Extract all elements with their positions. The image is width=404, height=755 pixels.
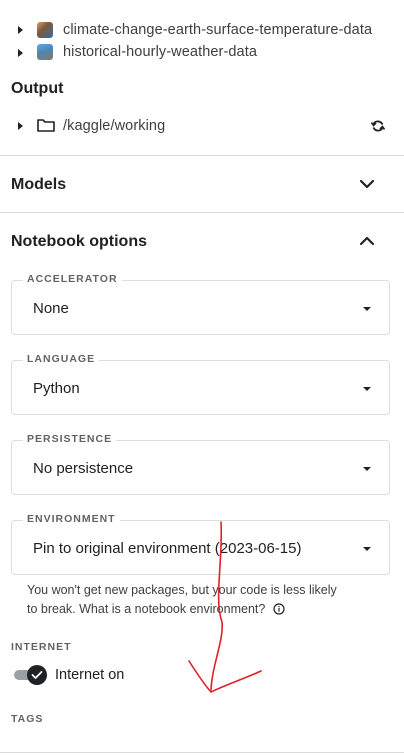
annotation-arrow-icon <box>188 521 262 693</box>
